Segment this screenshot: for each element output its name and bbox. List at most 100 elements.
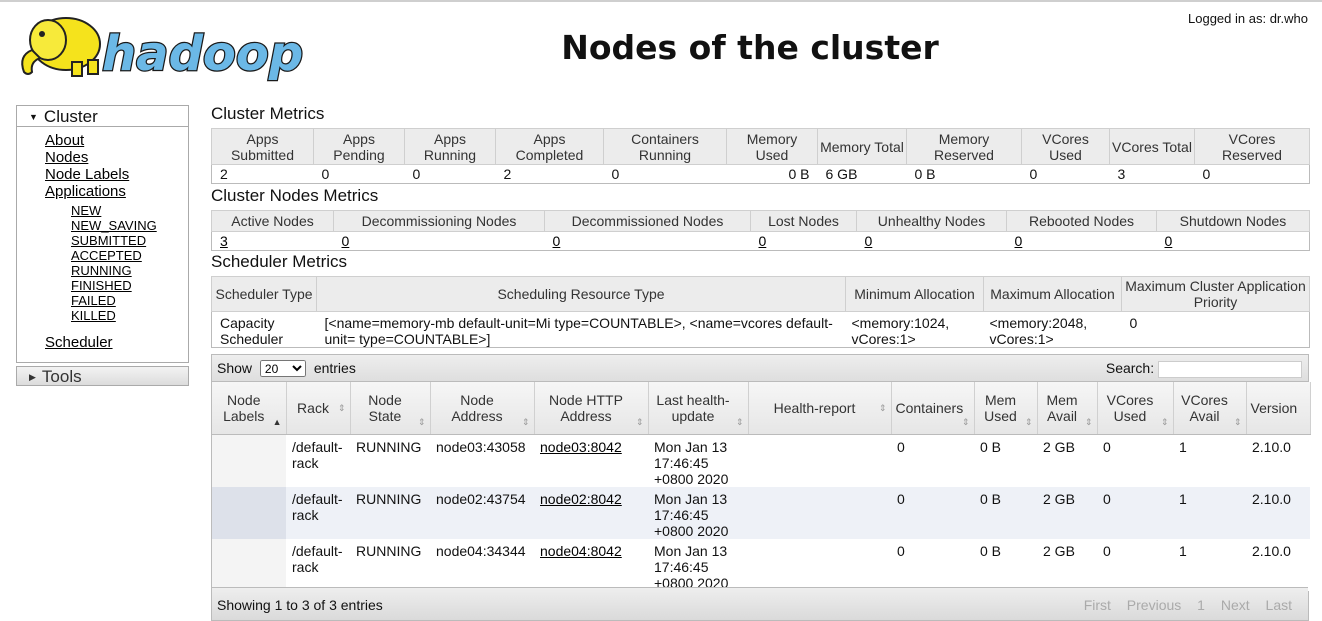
col-header-vcores-used[interactable]: VCores Used ⇕ [1097,382,1174,435]
scheduler-header: Maximum Cluster Application Priority [1121,276,1310,312]
col-header-mem-used[interactable]: Mem Used ⇕ [974,382,1038,435]
col-header-label: Health-report [773,399,856,416]
col-header-label: VCores Used [1106,391,1154,424]
active-nodes-link[interactable]: 3 [220,233,228,249]
cell-vcores-avail: 1 [1173,434,1246,487]
app-state-new-saving[interactable]: NEW_SAVING [71,218,157,233]
node-metric-header: Shutdown Nodes [1156,210,1310,232]
node-http-address-link[interactable]: node03:8042 [540,439,622,455]
table-row: /default-rack RUNNING node04:34344 node0… [212,538,1310,591]
cluster-nodes-metrics-title: Cluster Nodes Metrics [211,186,379,205]
scheduler-header: Scheduling Resource Type [316,276,846,312]
cell-node-labels [212,486,286,539]
node-metric-header: Unhealthy Nodes [856,210,1007,232]
sidebar-tools-panel[interactable]: ▶ Tools [16,366,189,386]
sort-icon: ⇕ [635,417,644,427]
app-state-submitted[interactable]: SUBMITTED [71,233,146,248]
metric-header: Apps Running [404,128,496,165]
maximum-allocation-value: <memory:2048, vCores:1> [983,311,1122,348]
app-state-failed[interactable]: FAILED [71,293,116,308]
cluster-metrics-title: Cluster Metrics [211,104,325,123]
col-header-containers[interactable]: Containers ⇕ [891,382,975,435]
col-header-label: Mem Used [984,391,1017,424]
node-http-address-link[interactable]: node04:8042 [540,543,622,559]
unhealthy-nodes-link[interactable]: 0 [865,233,873,249]
col-header-mem-avail[interactable]: Mem Avail ⇕ [1037,382,1098,435]
col-header-label: VCores Avail [1181,391,1228,424]
col-header-label: Node HTTP Address [549,391,623,424]
node-metric-header: Active Nodes [211,210,334,232]
col-header-label: Node Address [451,391,503,424]
search-label: Search: [1105,360,1155,376]
metric-header: Memory Used [726,128,818,165]
metric-header: VCores Total [1109,128,1195,165]
decommissioning-nodes-link[interactable]: 0 [342,233,350,249]
col-header-version[interactable]: Version [1246,382,1311,435]
col-header-node-state[interactable]: Node State ⇕ [350,382,431,435]
shutdown-nodes-link[interactable]: 0 [1165,233,1173,249]
col-header-last-health-update[interactable]: Last health-update ⇕ [648,382,749,435]
scheduler-header: Maximum Allocation [983,276,1122,312]
decommissioned-nodes-link[interactable]: 0 [553,233,561,249]
sidebar-link-node-labels[interactable]: Node Labels [45,166,129,183]
col-header-label: Version [1250,399,1298,416]
cell-node-labels [212,538,286,591]
col-header-vcores-avail[interactable]: VCores Avail ⇕ [1173,382,1247,435]
col-header-node-http-address[interactable]: Node HTTP Address ⇕ [534,382,649,435]
col-header-health-report[interactable]: Health-report ⇕ [748,382,892,435]
cell-node-address: node04:34344 [430,538,534,591]
rebooted-nodes-link[interactable]: 0 [1015,233,1023,249]
hadoop-elephant-logo[interactable]: hadoop [14,8,318,84]
col-header-rack[interactable]: Rack ⇕ [286,382,351,435]
cell-version: 2.10.0 [1246,538,1310,591]
node-http-address-link[interactable]: node02:8042 [540,491,622,507]
metric-value: 3 [1109,164,1195,184]
app-state-new[interactable]: NEW [71,203,101,218]
sort-icon: ⇕ [1160,417,1169,427]
sidebar-link-nodes[interactable]: Nodes [45,149,88,166]
app-state-finished[interactable]: FINISHED [71,278,132,293]
metric-value: 0 [1194,164,1310,184]
triangle-right-icon: ▶ [29,372,36,382]
pager-page-1-button[interactable]: 1 [1197,597,1205,613]
col-header-label: Rack [297,399,329,416]
app-state-accepted[interactable]: ACCEPTED [71,248,142,263]
metric-header: Memory Reserved [906,128,1022,165]
cell-vcores-used: 0 [1097,538,1173,591]
col-header-node-address[interactable]: Node Address ⇕ [430,382,535,435]
sort-icon: ⇕ [337,403,346,413]
metric-header: Containers Running [603,128,727,165]
col-header-label: Node Labels [223,391,265,424]
pager-previous-button[interactable]: Previous [1127,597,1181,613]
page-length-select[interactable]: 20 [259,360,306,377]
sidebar-link-about[interactable]: About [45,132,84,149]
search-input[interactable] [1158,360,1302,378]
app-state-killed[interactable]: KILLED [71,308,116,323]
pager-first-button[interactable]: First [1084,597,1111,613]
cell-node-state: RUNNING [350,486,430,539]
metric-value: 2 [495,164,604,184]
top-border [0,0,1322,2]
metric-header: VCores Used [1021,128,1110,165]
cell-last-health-update: Mon Jan 13 17:46:45 +0800 2020 [648,538,748,591]
sidebar-link-applications[interactable]: Applications [45,183,126,200]
page-title: Nodes of the cluster [561,28,939,67]
tools-menu-header[interactable]: ▶ Tools [17,367,188,388]
sidebar-link-scheduler[interactable]: Scheduler [45,334,113,351]
logged-in-label: Logged in as: dr.who [1188,11,1308,26]
sort-icon: ⇕ [735,417,744,427]
pager-next-button[interactable]: Next [1221,597,1250,613]
col-header-node-labels[interactable]: Node Labels ▲ [212,382,287,435]
nodes-datatable: Show 20 entries Search: Node Labels ▲ Rac… [211,354,1311,621]
cluster-menu-header[interactable]: ▼ Cluster [17,106,188,127]
cell-mem-used: 0 B [974,538,1037,591]
app-state-running[interactable]: RUNNING [71,263,132,278]
cell-vcores-avail: 1 [1173,486,1246,539]
cell-mem-avail: 2 GB [1037,434,1097,487]
lost-nodes-link[interactable]: 0 [759,233,767,249]
sort-icon: ⇕ [878,403,887,413]
triangle-down-icon: ▼ [29,112,38,122]
table-row: /default-rack RUNNING node03:43058 node0… [212,434,1310,487]
pager-last-button[interactable]: Last [1266,597,1292,613]
scheduling-resource-type-value: [<name=memory-mb default-unit=Mi type=CO… [316,311,846,348]
